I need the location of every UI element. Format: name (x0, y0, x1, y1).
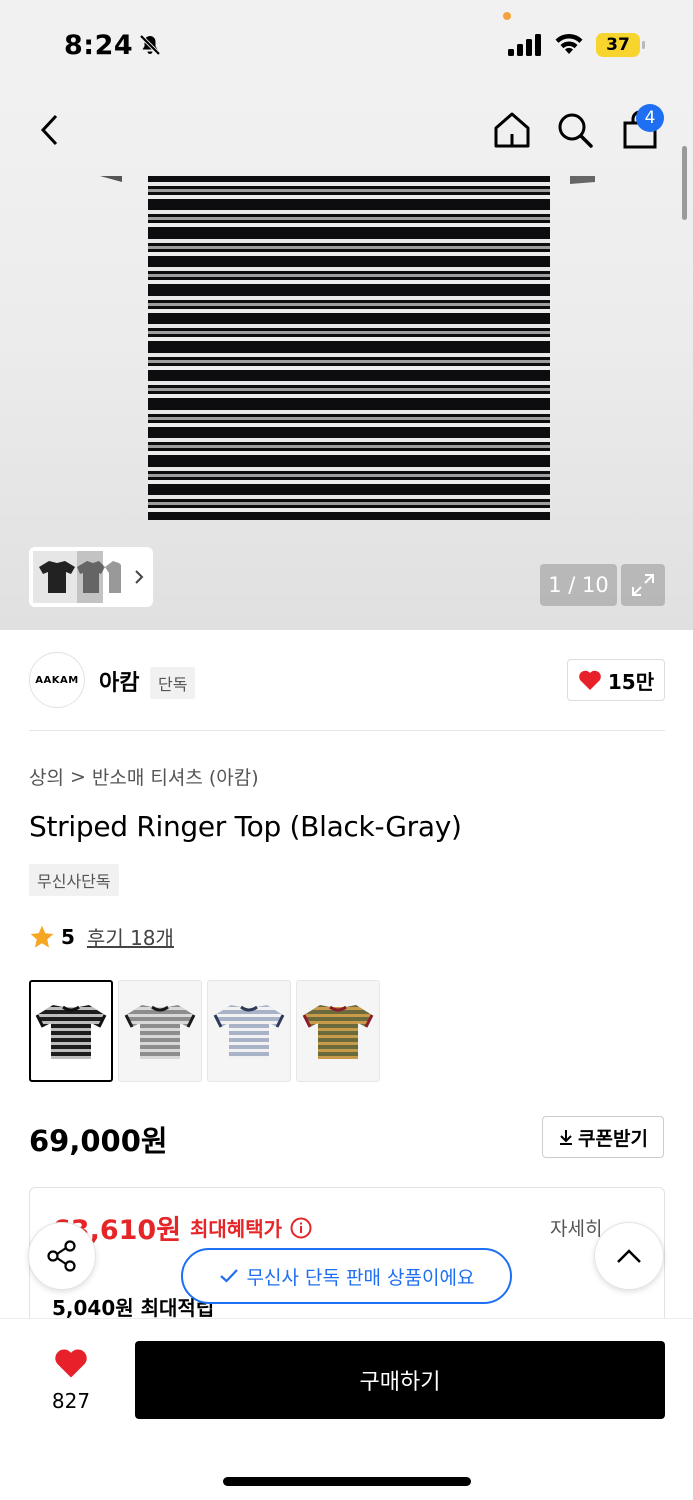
expand-icon (632, 574, 654, 596)
rating-row[interactable]: 5 후기 18개 (29, 922, 174, 951)
cellular-signal-icon (508, 34, 541, 56)
scroll-top-button[interactable] (594, 1222, 664, 1290)
home-icon (494, 112, 530, 148)
brand-logo[interactable]: AAKAM (29, 652, 85, 708)
wishlist-button[interactable]: 827 (40, 1347, 102, 1413)
variant-image (35, 1005, 107, 1059)
breadcrumb: 상의 > 반소매 티셔츠 (아캄) (29, 763, 259, 790)
product-main-image (148, 176, 550, 520)
chevron-right-icon (135, 570, 144, 584)
recording-dot (503, 12, 511, 20)
back-arrow-icon (40, 114, 58, 146)
image-pager: 1 / 10 (540, 564, 617, 606)
home-button[interactable] (490, 108, 534, 152)
check-icon (219, 1269, 238, 1283)
coupon-button[interactable]: 쿠폰받기 (542, 1116, 664, 1158)
product-image-gallery[interactable]: 1 / 10 (0, 92, 693, 630)
status-bar: 8:24 37 (0, 0, 693, 92)
wishlist-count: 827 (51, 1389, 91, 1413)
brand-like-button[interactable]: 15만 (567, 659, 665, 701)
share-icon (47, 1240, 76, 1272)
search-button[interactable] (553, 108, 597, 152)
exclusive-tag: 무신사단독 (29, 864, 119, 896)
product-price: 69,000원 (29, 1124, 168, 1158)
variant-blue[interactable] (207, 980, 291, 1082)
rating-score: 5 (61, 924, 75, 949)
divider (29, 730, 665, 731)
search-icon (558, 113, 593, 148)
scroll-indicator (682, 146, 687, 220)
sleeve-edges (100, 176, 595, 184)
bell-muted-icon (139, 34, 161, 56)
cart-count-badge: 4 (636, 104, 664, 132)
chevron-up-icon (617, 1249, 641, 1263)
status-time: 8:24 (64, 30, 134, 61)
coupon-label: 쿠폰받기 (578, 1127, 648, 1150)
expand-button[interactable] (621, 564, 665, 606)
variant-black-gray[interactable] (29, 980, 113, 1082)
image-thumbnail-strip[interactable] (29, 547, 153, 607)
variant-image (124, 1005, 196, 1059)
info-icon[interactable] (290, 1217, 312, 1239)
bottom-action-bar: 827 구매하기 (0, 1318, 693, 1500)
variant-image (302, 1005, 374, 1059)
detail-link[interactable]: 자세히 (550, 1214, 602, 1241)
variant-gray[interactable] (118, 980, 202, 1082)
product-title: Striped Ringer Top (Black-Gray) (29, 810, 462, 843)
wifi-icon (555, 33, 583, 54)
battery-level: 37 (596, 33, 640, 57)
exclusive-toast: 무신사 단독 판매 상품이에요 (181, 1248, 512, 1304)
home-indicator (223, 1477, 471, 1486)
max-benefit-label-text: 최대혜택가 (190, 1217, 282, 1241)
heart-icon (579, 670, 601, 690)
color-variants (29, 980, 380, 1082)
toast-text: 무신사 단독 판매 상품이에요 (246, 1266, 475, 1289)
back-button[interactable] (28, 108, 72, 152)
buy-button[interactable]: 구매하기 (135, 1341, 665, 1419)
thumbnail-images[interactable] (33, 551, 137, 603)
review-link[interactable]: 후기 18개 (87, 922, 174, 951)
variant-olive[interactable] (296, 980, 380, 1082)
brand-like-count: 15만 (607, 669, 655, 694)
heart-icon (55, 1349, 87, 1378)
top-navigation (0, 92, 693, 172)
variant-image (213, 1005, 285, 1059)
download-icon (560, 1130, 573, 1145)
max-benefit-label: 최대혜택가 (190, 1213, 312, 1242)
brand-exclusive-tag: 단독 (150, 667, 196, 699)
breadcrumb-category[interactable]: 상의 (29, 763, 64, 790)
star-icon (30, 925, 54, 948)
brand-name[interactable]: 아캄 (99, 665, 139, 697)
breadcrumb-subcategory[interactable]: 반소매 티셔츠 (아캄) (92, 763, 259, 790)
battery-icon: 37 (596, 33, 646, 57)
breadcrumb-separator: > (69, 765, 86, 788)
share-button[interactable] (28, 1222, 96, 1290)
